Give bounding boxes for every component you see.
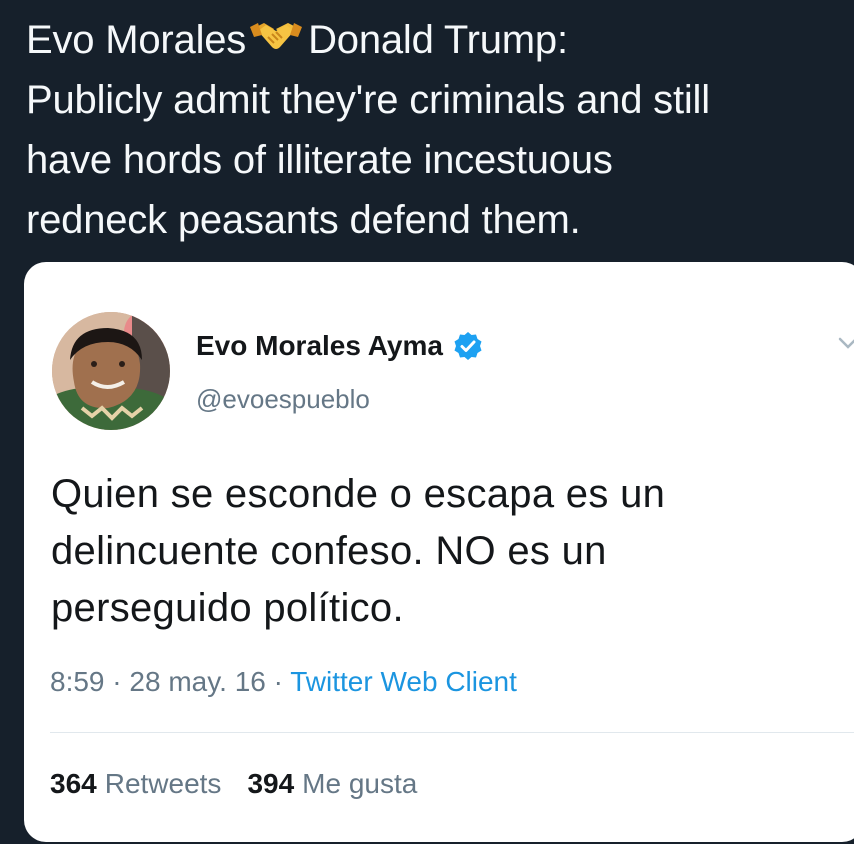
retweets-count: 364: [50, 768, 97, 799]
likes-stat[interactable]: 394 Me gusta: [247, 768, 417, 800]
tweet-text-line: Quien se esconde o escapa es un: [51, 472, 666, 516]
avatar[interactable]: [52, 312, 170, 430]
tweet-stats: 364 Retweets 394 Me gusta: [50, 768, 417, 800]
embedded-tweet-card[interactable]: Evo Morales Ayma @evoespueblo Quien se e…: [24, 262, 854, 842]
caption-line-1: Evo Morales Donald Trump:: [26, 10, 846, 70]
tweet-client-link[interactable]: Twitter Web Client: [290, 666, 517, 697]
caption-name-right: Donald Trump:: [308, 18, 568, 62]
tweet-text-line: delincuente confeso. NO es un: [51, 529, 607, 573]
tweet-text-line: perseguido político.: [51, 586, 404, 630]
caption-line-4: redneck peasants defend them.: [26, 198, 581, 242]
caption-line-3: have hords of illiterate incestuous: [26, 138, 613, 182]
verified-badge-icon: [454, 332, 482, 360]
tweet-metadata: 8:59 · 28 may. 16 · Twitter Web Client: [50, 666, 517, 698]
meta-separator: ·: [265, 666, 291, 697]
caption-name-left: Evo Morales: [26, 18, 247, 62]
divider: [50, 732, 854, 733]
handshake-icon: [250, 23, 303, 49]
tweet-time[interactable]: 8:59: [50, 666, 105, 697]
author-name-row[interactable]: Evo Morales Ayma: [196, 330, 483, 362]
likes-count: 394: [247, 768, 295, 799]
chevron-down-icon[interactable]: [838, 336, 854, 350]
likes-label: Me gusta: [302, 768, 418, 799]
author-handle[interactable]: @evoespueblo: [196, 384, 370, 415]
author-name[interactable]: Evo Morales Ayma: [196, 330, 443, 362]
avatar-image: [52, 312, 170, 430]
caption-line-2: Publicly admit they're criminals and sti…: [26, 78, 710, 122]
retweets-label: Retweets: [104, 768, 222, 799]
post-caption: Evo Morales Donald Trump: Publicly admit…: [26, 10, 846, 250]
retweets-stat[interactable]: 364 Retweets: [50, 768, 221, 800]
tweet-text: Quien se esconde o escapa es un delincue…: [51, 466, 811, 637]
meta-separator: ·: [104, 666, 130, 697]
tweet-date[interactable]: 28 may. 16: [129, 666, 265, 697]
